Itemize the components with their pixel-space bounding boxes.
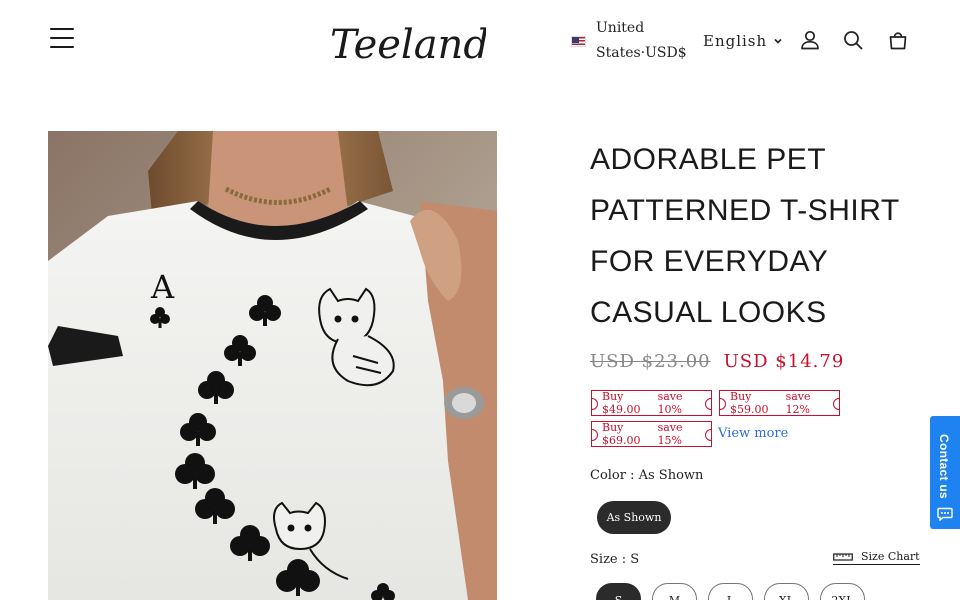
size-option-m[interactable]: M <box>652 583 697 600</box>
site-header: Teelandist United States·USD$ English <box>0 0 960 82</box>
account-icon[interactable] <box>799 29 821 51</box>
promo-coupon-1[interactable]: Buy $49.00 save 10% <box>591 390 712 416</box>
contact-us-tab[interactable]: Contact us <box>930 416 960 529</box>
color-option-as-shown[interactable]: As Shown <box>597 501 671 534</box>
product-title: ADORABLE PET PATTERNED T-SHIRT FOR EVERY… <box>590 143 900 329</box>
cart-icon[interactable] <box>887 29 909 51</box>
chevron-down-icon <box>774 38 782 44</box>
product-photo: A <box>48 131 497 600</box>
size-option-2xl[interactable]: 2XL <box>820 583 865 600</box>
locale-country-end: States <box>596 45 641 61</box>
promo-buy: Buy $59.00 <box>730 390 769 416</box>
promo-coupon-3[interactable]: Buy $69.00 save 15% <box>591 421 712 447</box>
promo-coupon-2[interactable]: Buy $59.00 save 12% <box>719 390 840 416</box>
locale-country: United <box>596 20 645 36</box>
contact-us-label: Contact us <box>937 434 951 500</box>
language-label: English <box>703 32 768 50</box>
size-option-l[interactable]: L <box>708 583 753 600</box>
promo-save: save 15% <box>657 421 683 447</box>
brand-logo[interactable]: Teelandist <box>326 10 486 70</box>
promo-buy: Buy $49.00 <box>602 390 641 416</box>
locale-currency-line: States·USD$ <box>596 45 687 61</box>
size-option-s[interactable]: S <box>596 583 641 600</box>
menu-icon[interactable] <box>50 28 74 50</box>
promo-save: save 12% <box>785 390 811 416</box>
search-icon[interactable] <box>842 29 864 51</box>
color-label: Color : As Shown <box>590 468 704 483</box>
us-flag-icon <box>571 35 586 47</box>
view-more-link[interactable]: View more <box>718 426 788 441</box>
locale-selector[interactable]: United States·USD$ <box>571 16 687 66</box>
ruler-icon <box>833 552 853 561</box>
size-option-xl[interactable]: XL <box>764 583 809 600</box>
logo-text: Teelandist <box>330 22 486 68</box>
size-label: Size : S <box>590 552 640 567</box>
card-letter: A <box>150 268 175 306</box>
product-image[interactable]: A <box>48 131 497 600</box>
language-selector[interactable]: English <box>703 32 783 50</box>
promo-buy: Buy $69.00 <box>602 421 641 447</box>
size-chart-link[interactable]: Size Chart <box>833 550 920 565</box>
chat-icon <box>937 507 953 521</box>
price-sale: USD $14.79 <box>723 351 845 372</box>
promo-save: save 10% <box>657 390 683 416</box>
price-original: USD $23.00 <box>590 351 711 372</box>
locale-currency: USD$ <box>645 45 687 61</box>
size-chart-label: Size Chart <box>861 550 920 563</box>
price-block: USD $23.00 USD $14.79 <box>590 351 844 372</box>
